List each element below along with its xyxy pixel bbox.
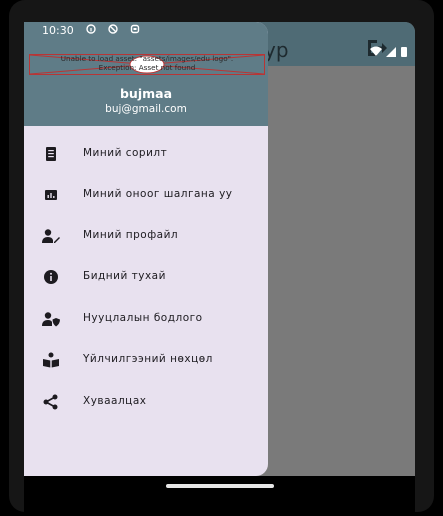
menu-item-label: Хуваалцах: [83, 395, 147, 407]
broken-logo-image: Unable to load asset: "assets/images/edu…: [29, 54, 265, 75]
menu-item-check-score[interactable]: Миний оноог шалгана уу: [24, 175, 268, 215]
user-email: buj@gmail.com: [105, 103, 187, 115]
score-chart-icon: [45, 190, 57, 200]
menu-item-label: Миний сорилт: [83, 147, 168, 159]
drawer-header: 10:30 Unable to load asset: "assets/imag…: [24, 22, 268, 126]
edit-profile-icon: [42, 229, 60, 243]
home-indicator[interactable]: [166, 484, 274, 488]
status-bar: 10:30: [24, 22, 268, 40]
menu-item-label: Үйлчилгээний нөхцөл: [83, 353, 213, 365]
user-name: bujmaa: [119, 86, 173, 101]
navigation-drawer: 10:30 Unable to load asset: "assets/imag…: [24, 22, 268, 476]
sim-card-icon: [130, 24, 140, 34]
clipboard-icon: [46, 147, 56, 161]
status-time: 10:30: [42, 24, 74, 37]
menu-item-about-us[interactable]: Бидний тухай: [24, 257, 268, 297]
menu-item-label: Миний профайл: [83, 229, 179, 241]
menu-item-privacy-policy[interactable]: Нууцлалын бодлого: [24, 299, 268, 339]
info-icon: [44, 270, 58, 284]
menu-item-my-tests[interactable]: Миний сорилт: [24, 134, 268, 174]
privacy-shield-icon: [42, 312, 60, 327]
menu-item-label: Бидний тухай: [83, 270, 166, 282]
do-not-disturb-icon: [108, 24, 118, 34]
signal-battery-status-icons: [370, 46, 407, 57]
menu-item-label: Нууцлалын бодлого: [83, 312, 203, 324]
menu-item-terms-of-service[interactable]: Үйлчилгээний нөхцөл: [24, 340, 268, 380]
notification-info-icon: [86, 24, 96, 34]
asset-error-message: Unable to load asset: "assets/images/edu…: [30, 54, 264, 72]
terms-book-icon: [43, 352, 59, 368]
menu-item-label: Миний оноог шалгана уу: [83, 188, 233, 200]
asset-error-line-2: Exception: Asset not found: [98, 62, 196, 72]
share-icon: [43, 394, 58, 410]
menu-item-share[interactable]: Хуваалцах: [24, 382, 268, 422]
menu-item-my-profile[interactable]: Миний профайл: [24, 216, 268, 256]
gesture-nav-area: [24, 476, 415, 512]
